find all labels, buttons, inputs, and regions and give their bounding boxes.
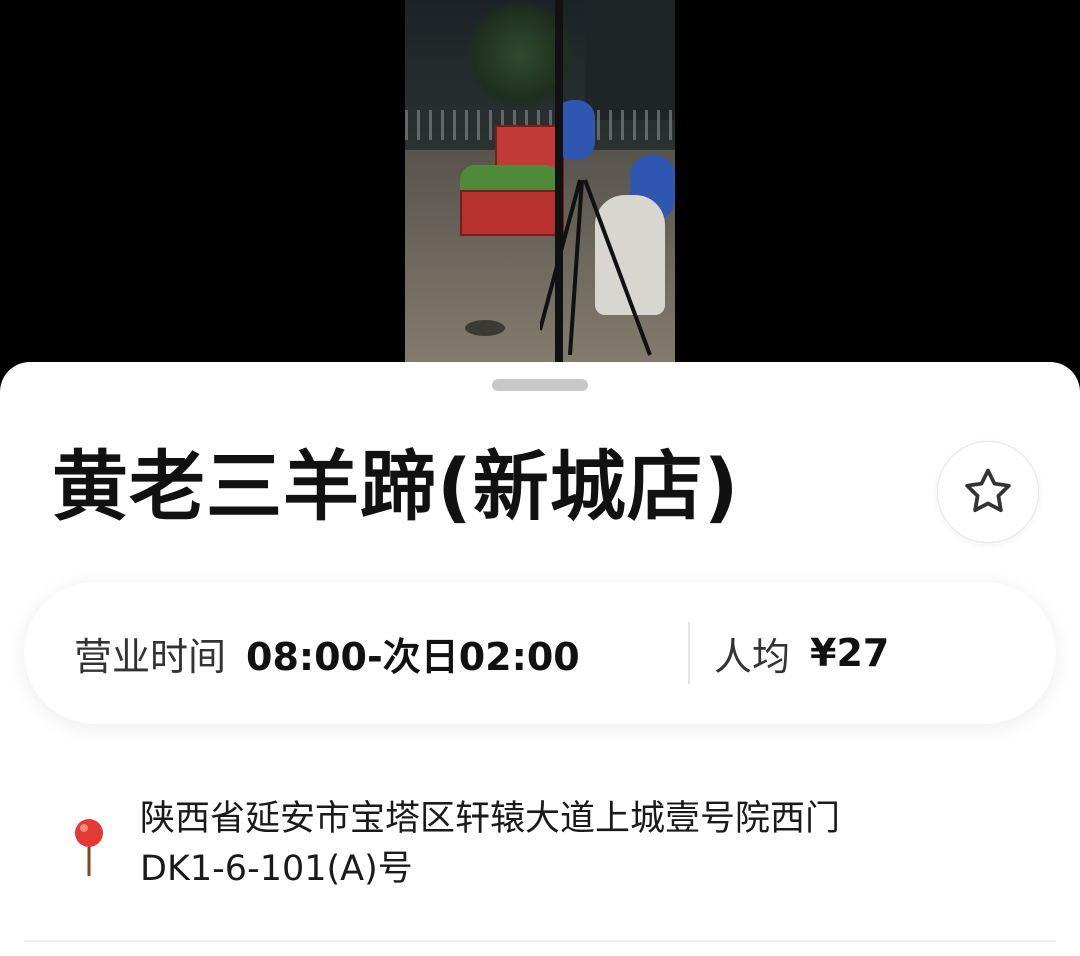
store-video-thumbnail[interactable] (405, 0, 675, 362)
avg-label: 人均 (714, 634, 791, 679)
media-area (0, 0, 1080, 380)
info-divider (688, 622, 690, 684)
info-card: 营业时间 08:00-次日02:00 人均 ¥27 (24, 582, 1056, 724)
address-text: 陕西省延安市宝塔区轩辕大道上城壹号院西门 DK1-6-101(A)号 (140, 794, 980, 894)
favorite-button[interactable] (937, 441, 1039, 543)
hours-value: 08:00-次日02:00 (246, 634, 580, 679)
address-line-2: DK1-6-101(A)号 (140, 849, 413, 889)
place-title: 黄老三羊蹄(新城店) (52, 442, 740, 531)
place-detail-sheet: 黄老三羊蹄(新城店) 营业时间 08:00-次日02:00 人均 ¥27 陕西省… (0, 362, 1080, 956)
map-pin-icon (75, 819, 103, 876)
address-line-1: 陕西省延安市宝塔区轩辕大道上城壹号院西门 (140, 799, 841, 839)
hours-label: 营业时间 (74, 634, 227, 679)
average-price: 人均 ¥27 (714, 582, 889, 724)
avg-value: ¥27 (810, 631, 890, 675)
business-hours[interactable]: 营业时间 08:00-次日02:00 (74, 582, 580, 724)
section-divider (24, 940, 1056, 942)
star-icon (965, 468, 1011, 513)
sheet-drag-handle[interactable] (492, 379, 588, 391)
